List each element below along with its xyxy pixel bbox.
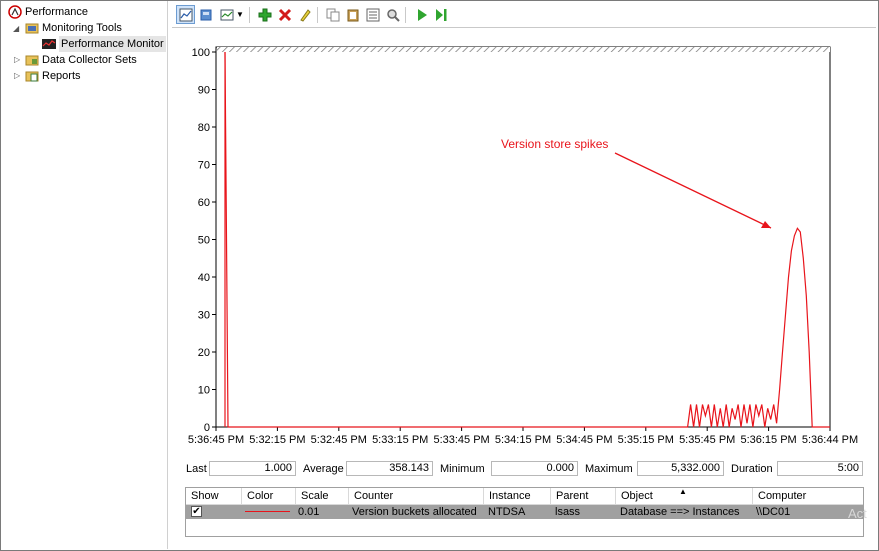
stat-duration-label: Duration [731,463,773,475]
zoom-icon[interactable] [383,5,402,24]
y-tick-label: 40 [198,272,210,284]
tree-item-monitoring-tools[interactable]: Monitoring Tools [25,20,122,36]
x-tick-label: 5:33:45 PM [433,434,489,446]
y-tick-label: 80 [198,122,210,134]
collapse-arrow-icon[interactable]: ◢ [13,25,21,33]
y-tick-label: 90 [198,85,210,97]
legend-header-row: Show Color Scale Counter Instance Parent… [186,487,863,505]
line-chart: 1009080706050403020100 5:36:45 PM 5:32:15… [173,30,876,455]
y-tick-label: 70 [198,160,210,172]
add-counter-icon[interactable] [255,5,274,24]
x-tick-label: 5:32:15 PM [249,434,305,446]
tree-label: Performance Monitor [59,36,166,52]
toolbar-separator [317,7,318,23]
show-checkbox[interactable]: ✔ [191,506,202,517]
row-counter: Version buckets allocated [352,506,477,518]
highlight-icon[interactable] [295,5,314,24]
paste-counter-list-icon[interactable] [343,5,362,24]
column-header-counter[interactable]: Counter [349,488,484,504]
reports-folder-icon [25,69,39,83]
stat-duration-value: 5:00 [777,461,863,476]
graph-view-icon[interactable] [176,5,195,24]
x-tick-label: 5:36:15 PM [740,434,796,446]
activation-watermark: Act [848,506,867,521]
performance-icon [8,5,22,19]
stat-maximum-label: Maximum [585,463,633,475]
sort-ascending-icon: ▲ [679,487,687,496]
play-icon[interactable] [412,5,431,24]
x-tick-label: 5:36:44 PM [802,434,858,446]
monitor-chart-icon [42,37,56,51]
tree-item-reports[interactable]: Reports [25,68,81,84]
x-tick-label: 5:36:45 PM [188,434,244,446]
row-computer: \\DC01 [756,506,791,518]
stat-minimum-value: 0.000 [491,461,578,476]
stat-maximum-value: 5,332.000 [637,461,724,476]
freeze-display-icon[interactable] [196,5,215,24]
x-tick-label: 5:34:15 PM [495,434,551,446]
stat-last-value: 1.000 [209,461,296,476]
stat-minimum-label: Minimum [440,463,485,475]
row-parent: lsass [555,506,581,518]
y-tick-label: 10 [198,385,210,397]
tree-label: Monitoring Tools [42,22,122,34]
column-header-parent[interactable]: Parent [551,488,616,504]
delete-counter-icon[interactable] [275,5,294,24]
tree-item-performance-monitor[interactable]: Performance Monitor [42,36,166,52]
y-tick-label: 60 [198,197,210,209]
stat-average-label: Average [303,463,344,475]
y-tick-label: 50 [198,235,210,247]
column-header-instance[interactable]: Instance [484,488,551,504]
expand-arrow-icon[interactable]: ▷ [14,72,22,80]
stat-last-label: Last [186,463,207,475]
row-instance: NTDSA [488,506,526,518]
performance-graph[interactable]: 100 90 80 70 60 50 40 30 20 10 0 5:36:45 PM 5:32:15… [173,30,876,455]
column-header-color[interactable]: Color [242,488,296,504]
column-header-object[interactable]: Object ▲ [616,487,753,504]
step-icon[interactable] [431,5,450,24]
tree-label: Reports [42,70,81,82]
tree-label: Performance [25,6,88,18]
tree-item-performance[interactable]: Performance [8,4,88,20]
column-header-computer[interactable]: Computer [753,488,863,504]
plot-area [215,46,831,428]
expand-arrow-icon[interactable]: ▷ [14,56,22,64]
folder-icon [25,21,39,35]
y-tick-label: 20 [198,347,210,359]
y-tick-label: 100 [192,47,210,59]
scale-limit-band [217,47,830,52]
navigation-tree: Performance ◢ Monitoring Tools Performan… [1,1,168,549]
row-object: Database ==> Instances [620,506,740,518]
copy-properties-icon[interactable] [323,5,342,24]
tree-label: Data Collector Sets [42,54,137,66]
row-scale: 0.01 [298,506,320,518]
stats-bar: Last 1.000 Average 358.143 Minimum 0.000… [183,460,863,478]
x-tick-label: 5:35:45 PM [679,434,735,446]
x-tick-label: 5:35:15 PM [618,434,674,446]
stat-average-value: 358.143 [346,461,433,476]
x-tick-label: 5:34:45 PM [556,434,612,446]
column-header-object-label: Object [621,490,653,502]
table-row[interactable]: ✔ 0.01 Version buckets allocated NTDSA l… [186,505,863,519]
x-tick-label: 5:32:45 PM [311,434,367,446]
change-graph-type-icon[interactable] [217,5,236,24]
y-tick-label: 30 [198,310,210,322]
dropdown-arrow-icon[interactable]: ▼ [235,5,245,24]
toolbar-separator [405,7,406,23]
tree-item-data-collector-sets[interactable]: Data Collector Sets [25,52,137,68]
folder-icon [25,53,39,67]
toolbar: ▼ [172,3,876,28]
column-header-show[interactable]: Show [186,488,242,504]
toolbar-separator [249,7,250,23]
x-tick-label: 5:33:15 PM [372,434,428,446]
y-tick-label: 0 [204,422,210,434]
column-header-scale[interactable]: Scale [296,488,349,504]
properties-icon[interactable] [363,5,382,24]
chart-annotation: Version store spikes [501,137,608,151]
color-swatch [245,511,290,512]
counter-legend-table: Show Color Scale Counter Instance Parent… [185,487,864,537]
